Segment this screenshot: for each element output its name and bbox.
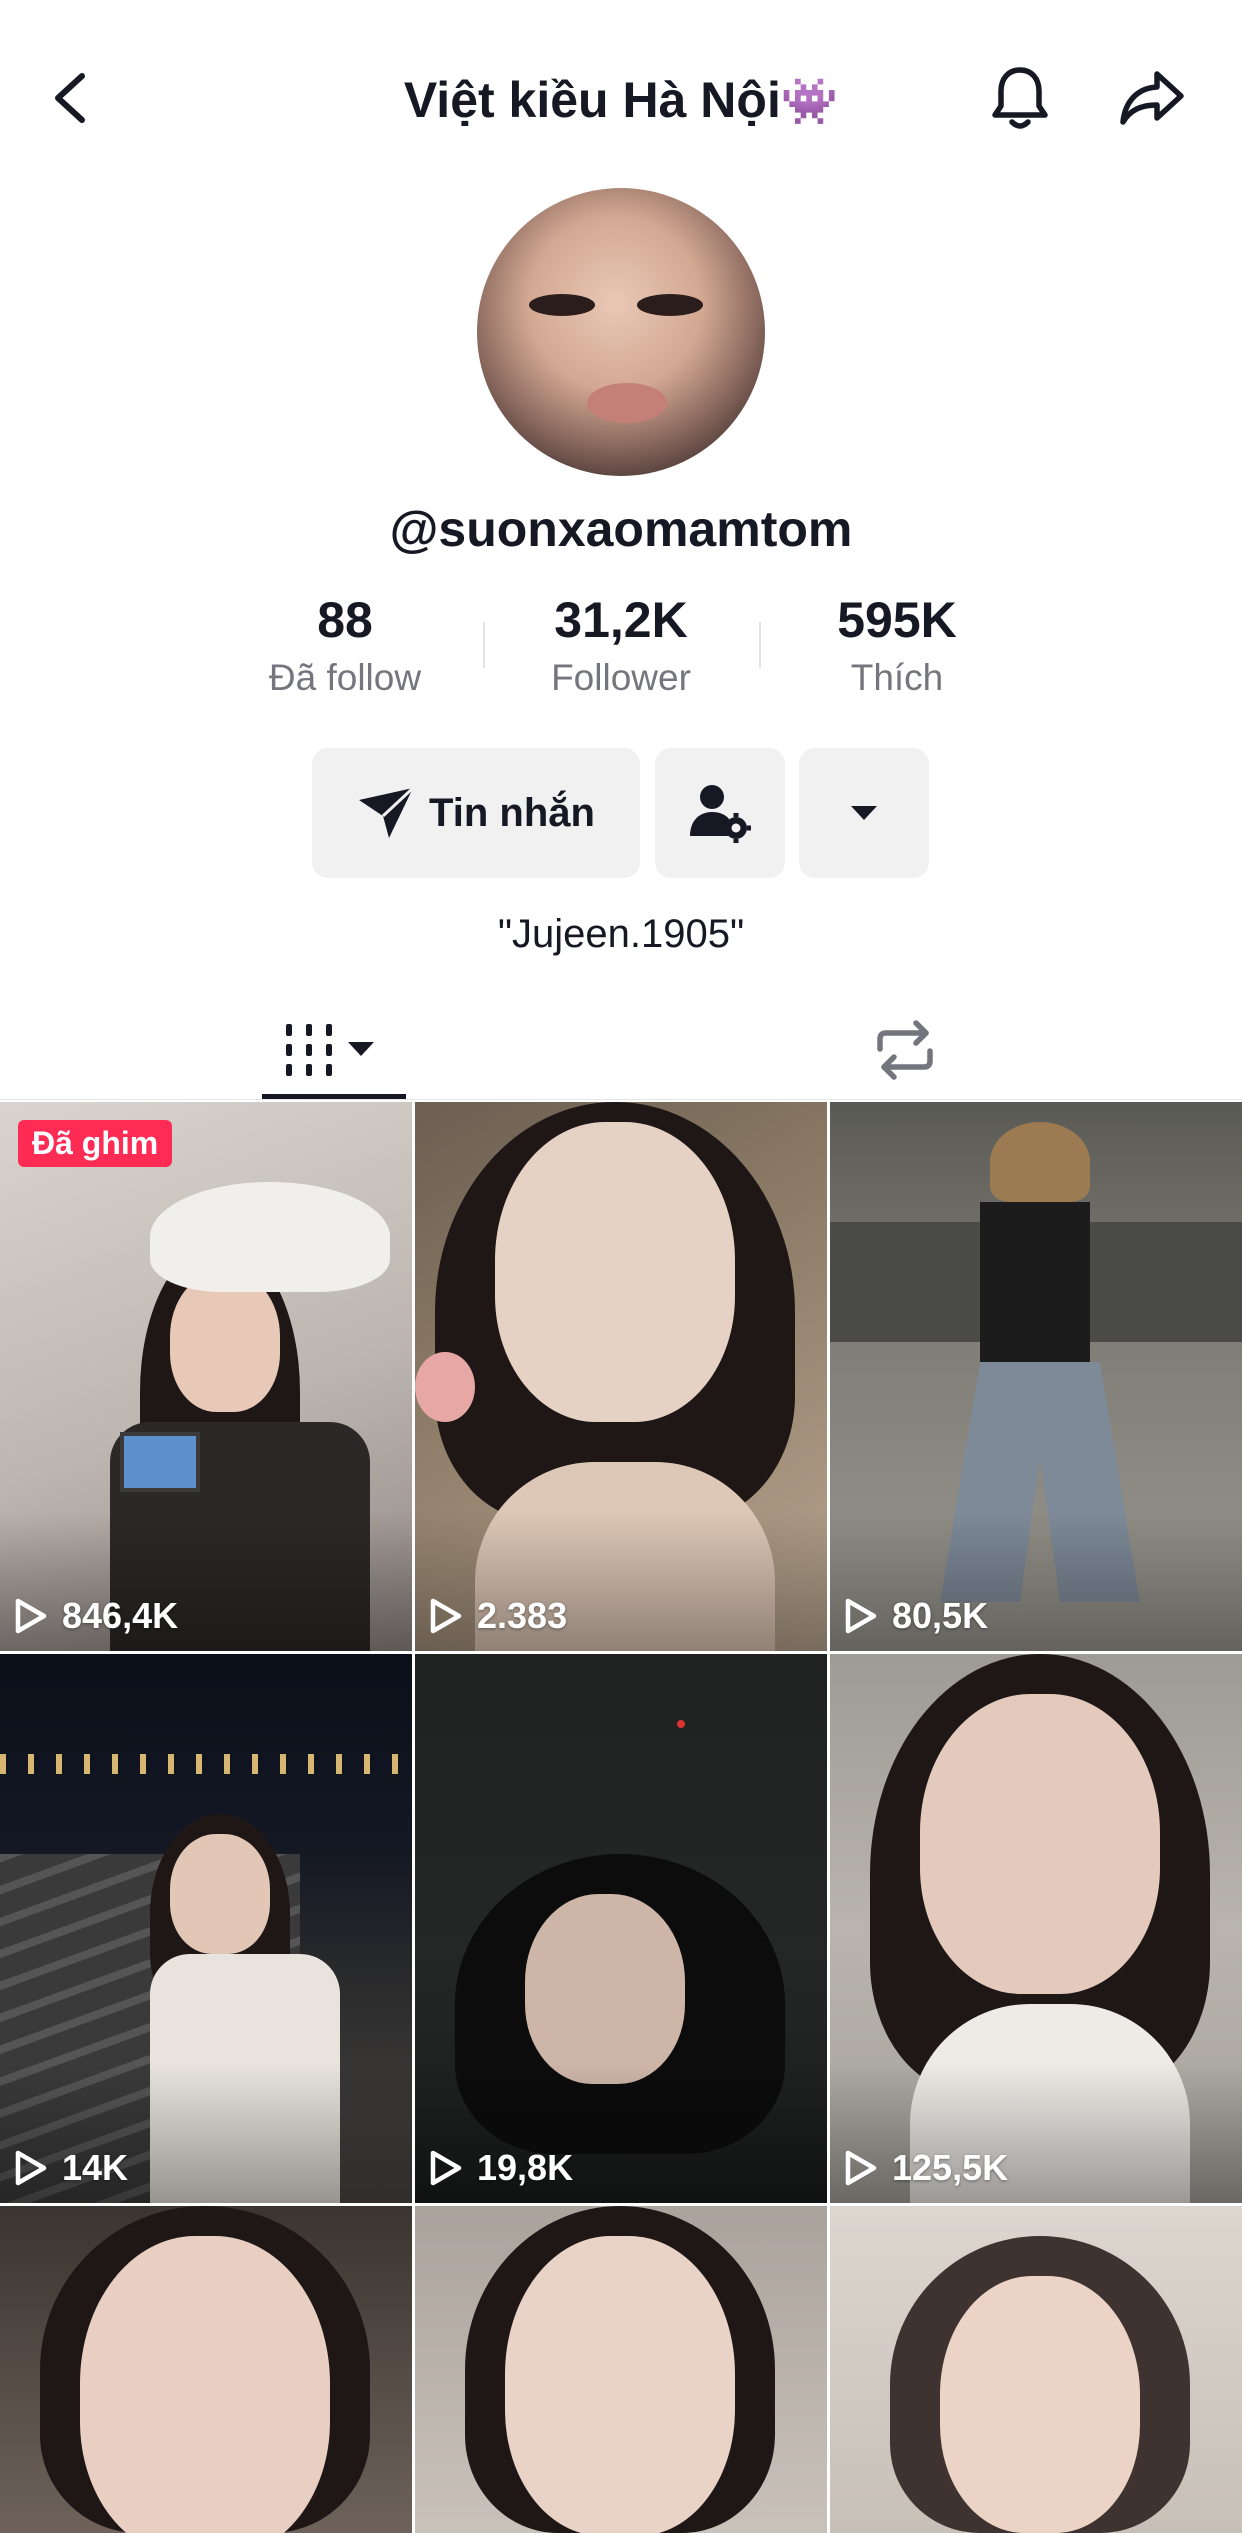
video-thumbnail[interactable]: 2.383: [415, 1102, 827, 1651]
thumbnail-figure-face: [495, 1122, 735, 1422]
thumbnail-figure-face: [940, 2276, 1140, 2533]
video-thumbnail[interactable]: Đã ghim 846,4K: [0, 1102, 412, 1651]
friend-settings-button[interactable]: [655, 748, 785, 878]
avatar-lips: [587, 383, 667, 423]
view-count: 125,5K: [844, 2147, 1008, 2189]
thumbnail-figure-cap: [990, 1122, 1090, 1202]
title-emoji: 👾: [780, 75, 839, 127]
view-count: 14K: [14, 2147, 128, 2189]
avatar-eye-left: [529, 294, 595, 316]
message-button[interactable]: Tin nhắn: [312, 748, 640, 878]
video-thumbnail[interactable]: 19,8K: [415, 1654, 827, 2203]
thumbnail-figure-top: [980, 1202, 1090, 1362]
likes-label: Thích: [850, 657, 944, 698]
chevron-left-icon: [55, 73, 85, 123]
likes-stat[interactable]: 595K Thích: [777, 590, 1017, 706]
more-options-button[interactable]: [799, 748, 929, 878]
notification-button[interactable]: [970, 48, 1070, 148]
following-label: Đã follow: [268, 657, 422, 698]
followers-label: Follower: [551, 657, 691, 698]
following-stat[interactable]: 88 Đã follow: [225, 590, 465, 706]
tabs-divider: [0, 1099, 1242, 1100]
video-thumbnail[interactable]: 14K: [0, 1654, 412, 2203]
page-title: Việt kiều Hà Nội👾: [260, 68, 982, 133]
thumbnail-lace-headscarf: [150, 1182, 390, 1292]
thumbnail-red-light: [677, 1720, 685, 1728]
view-count-text: 125,5K: [892, 2147, 1009, 2188]
view-count: 19,8K: [429, 2147, 573, 2189]
followers-stat[interactable]: 31,2K Follower: [501, 590, 741, 706]
avatar[interactable]: [477, 188, 765, 476]
thumbnail-city-lights: [0, 1754, 412, 1774]
title-text: Việt kiều Hà Nội: [403, 72, 781, 128]
play-icon: [15, 2150, 47, 2186]
view-count: 80,5K: [844, 1595, 988, 1637]
username: @suonxaomamtom: [389, 501, 853, 557]
bell-icon: [992, 67, 1048, 129]
view-count-text: 14K: [62, 2147, 129, 2188]
likes-count: 595K: [837, 592, 957, 648]
thumbnail-plush-toy: [415, 1352, 475, 1422]
thumbnail-figure-face: [170, 1272, 280, 1412]
caret-down-icon: [851, 806, 877, 820]
video-thumbnail[interactable]: 125,5K: [830, 1654, 1242, 2203]
videos-grid-icon: [286, 1024, 374, 1076]
tab-reposts[interactable]: [855, 1000, 955, 1100]
repost-icon: [877, 1020, 933, 1080]
followers-count: 31,2K: [554, 592, 688, 648]
avatar-eye-right: [637, 294, 703, 316]
stat-divider: [759, 622, 761, 668]
thumbnail-figure-face: [505, 2236, 735, 2533]
view-count: 846,4K: [14, 1595, 178, 1637]
view-count-text: 19,8K: [477, 2147, 574, 2188]
play-icon: [15, 1598, 47, 1634]
view-count-text: 2.383: [477, 1595, 568, 1636]
share-button[interactable]: [1102, 48, 1202, 148]
pinned-badge: Đã ghim: [18, 1120, 173, 1167]
thumbnail-figure-face: [920, 1694, 1160, 1994]
thumbnail-laptop-screen: [120, 1432, 200, 1492]
top-nav-bar: Việt kiều Hà Nội👾: [0, 40, 1242, 160]
play-icon: [430, 1598, 462, 1634]
profile-bio: "Jujeen.1905": [497, 912, 745, 956]
thumbnail-figure-face: [170, 1834, 270, 1954]
video-thumbnail[interactable]: [830, 2206, 1242, 2533]
video-thumbnail[interactable]: [415, 2206, 827, 2533]
back-button[interactable]: [22, 48, 122, 148]
following-count: 88: [317, 592, 373, 648]
view-count: 2.383: [429, 1595, 567, 1637]
video-thumbnail[interactable]: 80,5K: [830, 1102, 1242, 1651]
tab-videos[interactable]: [262, 1000, 406, 1100]
paper-plane-icon: [359, 786, 415, 838]
play-icon: [845, 1598, 877, 1634]
thumbnail-figure-face: [525, 1894, 685, 2084]
view-count-text: 80,5K: [892, 1595, 989, 1636]
play-icon: [845, 2150, 877, 2186]
user-gear-icon: [690, 785, 751, 843]
share-arrow-icon: [1120, 71, 1184, 125]
view-count-text: 846,4K: [62, 1595, 179, 1636]
video-thumbnail[interactable]: [0, 2206, 412, 2533]
message-button-label: Tin nhắn: [429, 790, 595, 835]
play-icon: [430, 2150, 462, 2186]
stat-divider: [483, 622, 485, 668]
thumbnail-figure-face: [80, 2236, 330, 2533]
